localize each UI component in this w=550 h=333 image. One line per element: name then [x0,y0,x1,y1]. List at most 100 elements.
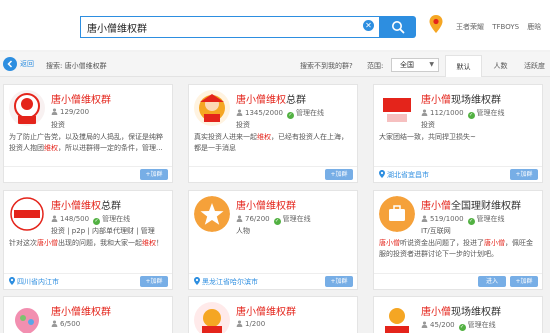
description-highlight: 维权 [44,144,58,152]
check-icon: ✓ [467,112,475,119]
member-count: 76/200 ✓ 管理在线 [236,214,311,225]
group-location[interactable]: 四川省内江市 [9,277,59,287]
search-button[interactable] [380,16,416,38]
admin-online-label: 管理在线 [476,215,505,223]
group-name-rest: 总群 [101,201,121,212]
member-count: 1/200 [236,320,265,328]
tab-member-sort[interactable]: 人数 [482,55,519,77]
group-card[interactable]: 唐小僧现场维权群 112/1000 ✓ 管理在线 投资大家团结一致，共同捍卫损失~ 湖北省… [373,84,543,183]
group-name-highlight: 唐小僧维权群 [51,95,111,106]
range-value: 全国 [400,61,414,69]
group-name[interactable]: 唐小僧维权总群 [51,197,121,212]
check-icon: ✓ [287,112,294,119]
join-group-button[interactable]: +加群 [140,169,168,180]
group-card[interactable]: 唐小僧现场维权群 45/200 ✓ 管理在线 [373,296,543,333]
member-count: 6/500 [51,320,80,328]
admin-online-badge: ✓ 管理在线 [273,215,311,225]
tab-activity-sort[interactable]: 活跃度 [516,55,550,77]
group-tags: 投资 [421,121,435,129]
member-count: 112/1000 ✓ 管理在线 [421,108,505,119]
group-name[interactable]: 唐小僧维权群 [51,303,111,318]
group-name[interactable]: 唐小僧维权群 [236,197,296,212]
group-description: 唐小僧听说资金出问题了，投进了唐小僧，佩旺金服的投资者进群讨论下一步的计划吧。 [379,238,539,260]
hot-word-link[interactable]: 王者荣耀 [456,23,484,31]
group-name[interactable]: 唐小僧全国理财维权群 [421,197,521,212]
group-card[interactable]: 唐小僧全国理财维权群 519/1000 ✓ 管理在线 IT/互联网 唐小僧听说资金出问题了… [373,190,543,290]
group-name-highlight: 唐小僧维权 [236,95,286,106]
group-tags: 投资 [51,121,65,129]
group-description: 大家团结一致，共同捍卫损失~ [379,132,539,143]
location-icon [9,277,15,285]
group-card[interactable]: 唐小僧维权群 6/500 [3,296,173,333]
group-name-rest: 总群 [286,95,306,106]
search-input[interactable] [87,19,357,35]
hot-word-link[interactable]: TFBOYS [492,23,519,31]
group-location[interactable]: 湖北省宜昌市 [379,170,429,180]
enter-group-button[interactable]: 进入 [478,276,506,287]
group-name[interactable]: 唐小僧现场维权群 [421,91,501,106]
group-avatar [9,90,45,126]
hot-words: 王者荣耀 TFBOYS 鹿晗 [456,22,547,32]
group-avatar [9,196,45,232]
group-card[interactable]: 唐小僧维权群 129/200 投资 为了防止广告党，以及搅局的人捣乱，保证是纯粹投资人… [3,84,173,183]
join-group-button[interactable]: +加群 [325,276,353,287]
group-name-highlight: 唐小僧维权群 [236,201,296,212]
group-card[interactable]: 唐小僧维权群 76/200 ✓ 管理在线 人物 黑龙江省哈尔滨市 +加群 [188,190,358,290]
group-name[interactable]: 唐小僧维权总群 [236,91,306,106]
tab-default-sort[interactable]: 默认 [445,55,482,77]
admin-online-label: 管理在线 [476,109,505,117]
card-footer: 黑龙江省哈尔滨市 +加群 [189,273,357,289]
back-arrow-icon [3,57,17,71]
admin-online-badge: ✓ 管理在线 [287,109,324,119]
description-text: ，所以进群得一定的条件，管理... [58,144,163,152]
chevron-down-icon: ▼ [429,61,434,68]
group-card[interactable]: 唐小僧维权总群 148/500 ✓ 管理在线 投资 | p2p | 内部单代理财 | 管… [3,190,173,290]
range-select[interactable]: 全国 ▼ [391,58,439,72]
admin-online-badge: ✓ 管理在线 [93,215,130,225]
member-count-value: 1345/2000 [245,109,283,117]
location-pin-icon[interactable] [428,14,444,34]
description-highlight: 维权 [257,133,271,141]
join-group-button[interactable]: +加群 [510,276,538,287]
filter-bar: 返回 搜索: 唐小僧维权群 搜索不到我的群? 范围: 全国 ▼ 默认 人数 活跃… [0,52,550,77]
group-name[interactable]: 唐小僧维权群 [236,303,296,318]
join-group-button[interactable]: +加群 [325,169,353,180]
group-name-highlight: 唐小僧 [421,95,451,106]
member-count: 1345/2000 ✓ 管理在线 [236,108,324,119]
group-location-label: 四川省内江市 [17,278,59,286]
member-count: 45/200 ✓ 管理在线 [421,320,496,331]
clear-search-button[interactable]: ✕ [363,20,374,31]
group-location-label: 黑龙江省哈尔滨市 [202,278,258,286]
person-icon [421,215,428,222]
member-count-value: 76/200 [245,215,270,223]
group-name[interactable]: 唐小僧维权群 [51,91,111,106]
group-card[interactable]: 唐小僧维权总群 1345/2000 ✓ 管理在线 投资 真实投资人进来一起维权，已经有投资… [188,84,358,183]
member-count: 519/1000 ✓ 管理在线 [421,214,505,225]
description-text: 针对这次 [9,239,37,247]
group-name-highlight: 唐小僧 [421,307,451,318]
card-footer: +加群 [4,166,172,182]
description-highlight: 唐小僧 [379,239,400,247]
group-name[interactable]: 唐小僧现场维权群 [421,303,501,318]
join-group-button[interactable]: +加群 [140,276,168,287]
admin-online-badge: ✓ 管理在线 [458,321,496,331]
search-box[interactable] [80,16,380,38]
check-icon: ✓ [93,218,101,225]
group-card[interactable]: 唐小僧维权群 1/200 [188,296,358,333]
group-name-highlight: 唐小僧维权群 [236,307,296,318]
description-highlight: 维权 [142,239,156,247]
not-found-link[interactable]: 搜索不到我的群? [300,61,353,71]
check-icon: ✓ [467,218,475,225]
group-avatar [9,302,45,333]
group-avatar [379,196,415,232]
description-text: 出现的问题，我和大家一起 [58,239,142,247]
hot-word-link[interactable]: 鹿晗 [527,23,541,31]
description-highlight: 唐小僧 [37,239,58,247]
join-group-button[interactable]: +加群 [510,169,538,180]
group-avatar [194,302,230,333]
group-avatar [194,90,230,126]
group-location-label: 湖北省宜昌市 [387,171,429,179]
description-text: 听说资金出问题了，投进了 [400,239,484,247]
group-location[interactable]: 黑龙江省哈尔滨市 [194,277,258,287]
group-name-rest: 全国理财维权群 [451,201,521,212]
